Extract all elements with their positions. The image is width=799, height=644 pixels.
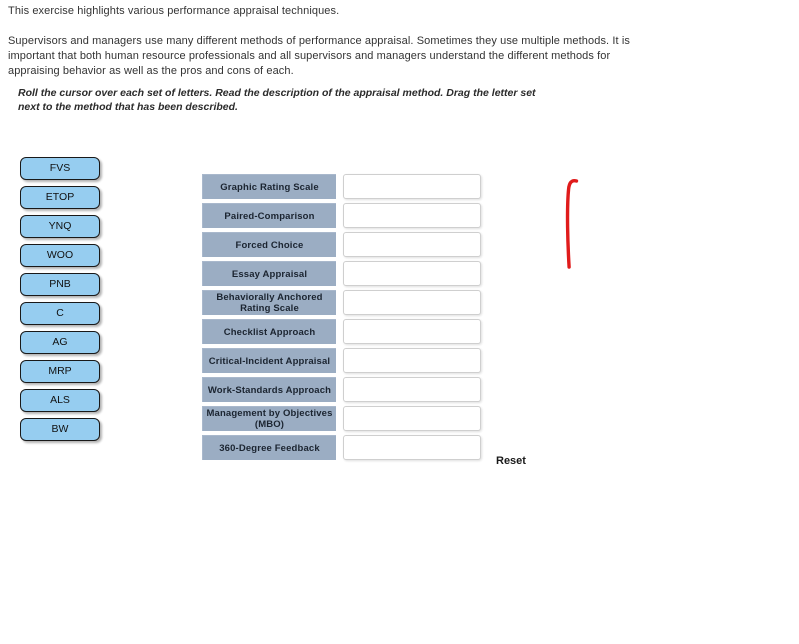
reset-button[interactable]: Reset (496, 455, 526, 467)
method-label: Paired-Comparison (202, 203, 336, 228)
letter-tile[interactable]: AG (20, 331, 100, 354)
method-label: Forced Choice (202, 232, 336, 257)
method-label-text: Management by Objectives (MBO) (206, 408, 333, 430)
letter-tile[interactable]: ETOP (20, 186, 100, 209)
letter-tile[interactable]: BW (20, 418, 100, 441)
method-label: 360-Degree Feedback (202, 435, 336, 460)
letter-tile[interactable]: C (20, 302, 100, 325)
method-row: Behaviorally Anchored Rating Scale (202, 290, 481, 315)
method-label-text: Essay Appraisal (231, 268, 308, 280)
intro-lead-paragraph: This exercise highlights various perform… (8, 5, 340, 17)
red-annotation-stroke (565, 178, 579, 269)
method-label: Critical-Incident Appraisal (202, 348, 336, 373)
method-label-text: 360-Degree Feedback (219, 442, 320, 454)
method-drop-target[interactable] (343, 319, 481, 344)
letter-tile[interactable]: WOO (20, 244, 100, 267)
method-drop-target[interactable] (343, 290, 481, 315)
letter-tile[interactable]: FVS (20, 157, 100, 180)
method-label-text: Behaviorally Anchored Rating Scale (216, 292, 323, 314)
letter-tile[interactable]: MRP (20, 360, 100, 383)
method-drop-target[interactable] (343, 174, 481, 199)
method-label-text: Forced Choice (235, 239, 304, 251)
letter-tile[interactable]: ALS (20, 389, 100, 412)
method-row: 360-Degree Feedback (202, 435, 481, 460)
method-label: Management by Objectives (MBO) (202, 406, 336, 431)
method-drop-target[interactable] (343, 203, 481, 228)
method-label-text: Checklist Approach (223, 326, 316, 338)
method-drop-target[interactable] (343, 377, 481, 402)
method-label-text: Paired-Comparison (224, 210, 315, 222)
method-drop-target[interactable] (343, 406, 481, 431)
method-label: Graphic Rating Scale (202, 174, 336, 199)
letter-tile[interactable]: PNB (20, 273, 100, 296)
method-label-text: Work-Standards Approach (207, 384, 332, 396)
intro-text-block: This exercise highlights various perform… (8, 4, 633, 79)
method-label: Work-Standards Approach (202, 377, 336, 402)
method-row: Essay Appraisal (202, 261, 481, 286)
method-row: Critical-Incident Appraisal (202, 348, 481, 373)
letter-tile[interactable]: YNQ (20, 215, 100, 238)
method-label: Behaviorally Anchored Rating Scale (202, 290, 336, 315)
method-drop-target[interactable] (343, 348, 481, 373)
method-list: Graphic Rating Scale Paired-Comparison F… (202, 174, 481, 460)
letter-tile-column: FVS ETOP YNQ WOO PNB C AG MRP ALS BW (20, 157, 100, 441)
method-drop-target[interactable] (343, 435, 481, 460)
method-label: Checklist Approach (202, 319, 336, 344)
intro-body-paragraph: Supervisors and managers use many differ… (8, 35, 630, 77)
method-row: Checklist Approach (202, 319, 481, 344)
method-row: Management by Objectives (MBO) (202, 406, 481, 431)
method-label: Essay Appraisal (202, 261, 336, 286)
method-label-text: Critical-Incident Appraisal (208, 355, 331, 367)
method-drop-target[interactable] (343, 261, 481, 286)
method-row: Work-Standards Approach (202, 377, 481, 402)
method-label-text: Graphic Rating Scale (220, 181, 319, 193)
instructions-text: Roll the cursor over each set of letters… (18, 87, 536, 113)
method-row: Forced Choice (202, 232, 481, 257)
method-row: Graphic Rating Scale (202, 174, 481, 199)
method-row: Paired-Comparison (202, 203, 481, 228)
method-drop-target[interactable] (343, 232, 481, 257)
